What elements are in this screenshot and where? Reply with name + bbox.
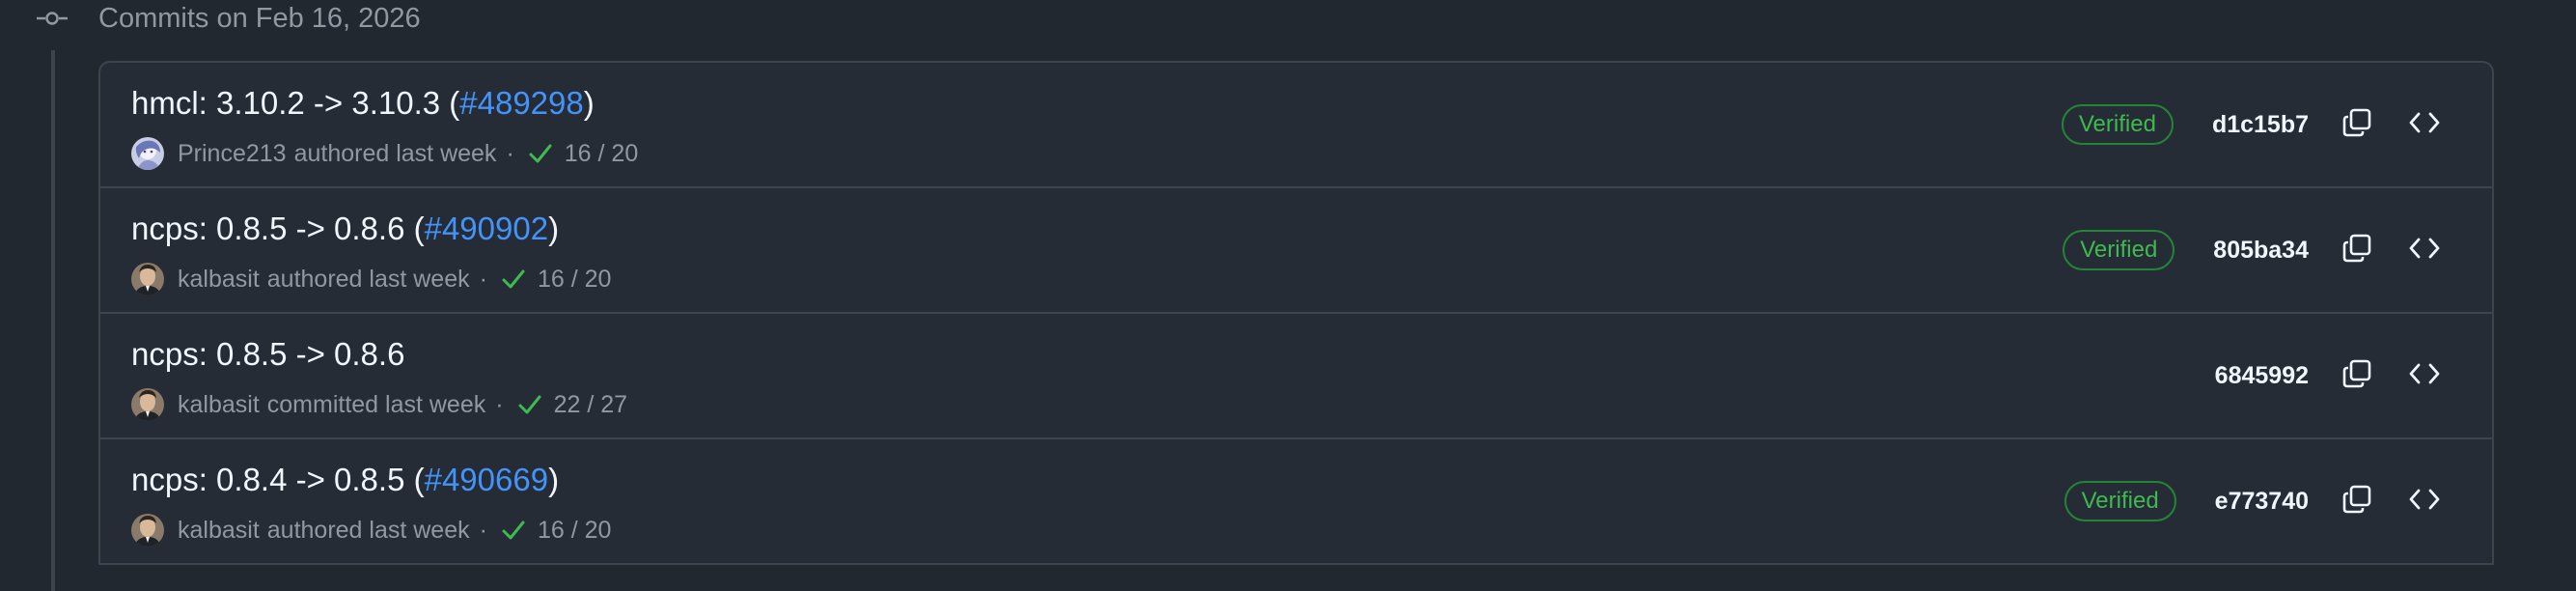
meta-separator: · — [506, 139, 514, 167]
verified-badge[interactable]: Verified — [2061, 104, 2174, 145]
commit-meta: kalbasit authored last week · 16 / 20 — [131, 513, 611, 548]
kalbasit-avatar[interactable] — [131, 514, 164, 547]
check-icon[interactable] — [517, 392, 542, 417]
checks-count[interactable]: 22 / 27 — [554, 391, 627, 419]
commit-title-suffix: ) — [583, 85, 595, 121]
commit-title-text[interactable]: hmcl: 3.10.2 -> 3.10.3 ( — [131, 85, 459, 121]
commit-title[interactable]: hmcl: 3.10.2 -> 3.10.3 (#489298) — [131, 84, 595, 123]
code-icon — [2409, 111, 2440, 139]
copy-icon — [2342, 108, 2371, 142]
commit-sha-link[interactable]: d1c15b7 — [2212, 111, 2309, 139]
code-icon — [2409, 237, 2440, 265]
commit-title-text[interactable]: ncps: 0.8.5 -> 0.8.6 — [131, 336, 404, 372]
commit-meta: kalbasit authored last week · 16 / 20 — [131, 262, 611, 296]
checks-count[interactable]: 16 / 20 — [538, 266, 611, 294]
commit-list: hmcl: 3.10.2 -> 3.10.3 (#489298) Prince2… — [98, 61, 2494, 565]
commit-row: ncps: 0.8.4 -> 0.8.5 (#490669) kalbasit … — [100, 439, 2492, 565]
commit-author[interactable]: kalbasit — [178, 391, 260, 419]
copy-icon — [2342, 359, 2371, 393]
commit-meta: Prince213 authored last week · 16 / 20 — [131, 136, 638, 171]
browse-repository-button[interactable] — [2405, 105, 2444, 144]
checks-count[interactable]: 16 / 20 — [565, 140, 638, 168]
commit-actions: Verified d1c15b7 — [2061, 63, 2444, 186]
commit-action: authored last week — [266, 265, 470, 293]
commit-action: authored last week — [266, 516, 470, 544]
commit-title-text[interactable]: ncps: 0.8.5 -> 0.8.6 ( — [131, 211, 425, 246]
kalbasit-avatar[interactable] — [131, 263, 164, 296]
commit-title-suffix: ) — [548, 462, 560, 497]
commit-author[interactable]: kalbasit — [178, 266, 260, 294]
commit-action: authored last week — [293, 139, 497, 167]
commit-action: committed last week — [266, 390, 486, 418]
copy-sha-button[interactable] — [2338, 482, 2376, 521]
commit-author[interactable]: kalbasit — [178, 517, 260, 545]
commit-row: ncps: 0.8.5 -> 0.8.6 kalbasit committed … — [100, 314, 2492, 439]
copy-sha-button[interactable] — [2338, 105, 2376, 144]
commit-date-label: Commits on Feb 16, 2026 — [98, 3, 421, 34]
commit-sha-link[interactable]: 805ba34 — [2213, 237, 2309, 265]
commit-meta: kalbasit committed last week · 22 / 27 — [131, 387, 627, 422]
pull-request-link[interactable]: #490669 — [425, 462, 548, 497]
commit-row: hmcl: 3.10.2 -> 3.10.3 (#489298) Prince2… — [100, 63, 2492, 188]
meta-separator: · — [495, 390, 504, 418]
code-icon — [2409, 362, 2440, 390]
checks-count[interactable]: 16 / 20 — [538, 517, 611, 545]
pull-request-link[interactable]: #490902 — [425, 211, 548, 246]
meta-separator: · — [479, 516, 487, 544]
verified-badge[interactable]: Verified — [2063, 230, 2175, 270]
commit-sha-link[interactable]: 6845992 — [2215, 362, 2309, 390]
commit-title[interactable]: ncps: 0.8.5 -> 0.8.6 (#490902) — [131, 210, 559, 248]
commit-title[interactable]: ncps: 0.8.4 -> 0.8.5 (#490669) — [131, 461, 559, 499]
verified-badge[interactable]: Verified — [2064, 481, 2176, 521]
copy-sha-button[interactable] — [2338, 356, 2376, 395]
code-icon — [2409, 488, 2440, 516]
meta-separator: · — [479, 265, 487, 293]
check-icon[interactable] — [528, 141, 553, 166]
kalbasit-avatar[interactable] — [131, 388, 164, 421]
commit-date-header: Commits on Feb 16, 2026 — [33, 0, 421, 37]
commit-sha-link[interactable]: e773740 — [2215, 488, 2309, 516]
browse-repository-button[interactable] — [2405, 356, 2444, 395]
browse-repository-button[interactable] — [2405, 231, 2444, 269]
commit-row: ncps: 0.8.5 -> 0.8.6 (#490902) kalbasit … — [100, 188, 2492, 314]
prince213-avatar[interactable] — [131, 137, 164, 170]
copy-icon — [2342, 485, 2371, 519]
pull-request-link[interactable]: #489298 — [459, 85, 583, 121]
copy-icon — [2342, 234, 2371, 267]
check-icon[interactable] — [501, 267, 526, 292]
copy-sha-button[interactable] — [2338, 231, 2376, 269]
git-commit-icon — [33, 0, 71, 37]
browse-repository-button[interactable] — [2405, 482, 2444, 521]
commit-title-suffix: ) — [548, 211, 560, 246]
commit-actions: Verified 805ba34 — [2063, 188, 2444, 312]
commit-title-text[interactable]: ncps: 0.8.4 -> 0.8.5 ( — [131, 462, 425, 497]
check-icon[interactable] — [501, 518, 526, 543]
commit-actions: Verified e773740 — [2064, 439, 2444, 563]
commit-actions: 6845992 — [2215, 314, 2444, 437]
commit-author[interactable]: Prince213 — [178, 140, 287, 168]
commit-title[interactable]: ncps: 0.8.5 -> 0.8.6 — [131, 335, 404, 374]
timeline-line — [51, 50, 55, 591]
